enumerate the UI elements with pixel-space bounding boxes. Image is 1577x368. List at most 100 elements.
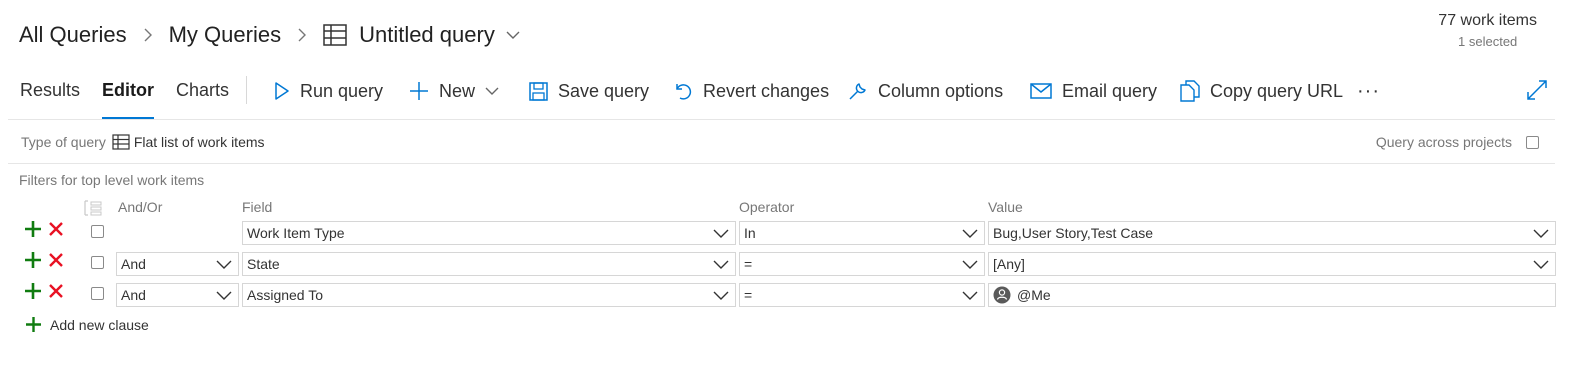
remove-clause-icon[interactable]	[48, 252, 64, 268]
clause-select-checkbox[interactable]	[91, 225, 104, 238]
copy-query-url-button[interactable]: Copy query URL	[1180, 78, 1343, 104]
tab-editor[interactable]: Editor	[102, 72, 155, 120]
wrench-icon	[848, 81, 868, 101]
chevron-down-icon	[962, 289, 978, 301]
clause-row-actions	[24, 220, 64, 238]
andor-value: And	[121, 287, 146, 303]
selected-label: 1 selected	[1458, 34, 1518, 49]
run-query-button[interactable]: Run query	[274, 78, 383, 104]
andor-select[interactable]: And	[116, 283, 239, 307]
query-type: Type of query Flat list of work items	[21, 134, 265, 150]
filters-title: Filters for top level work items	[19, 172, 205, 188]
email-query-button[interactable]: Email query	[1030, 78, 1157, 104]
clause-select-checkbox[interactable]	[91, 287, 104, 300]
copy-query-url-label: Copy query URL	[1210, 80, 1344, 101]
page-title: Untitled query	[359, 22, 495, 47]
clause-row-actions	[24, 282, 64, 300]
breadcrumb-my-queries[interactable]: My Queries	[169, 22, 281, 48]
chevron-down-icon	[216, 258, 232, 270]
remove-clause-icon[interactable]	[48, 221, 64, 237]
operator-value: In	[744, 225, 756, 241]
andor-select[interactable]: And	[116, 252, 239, 276]
chevron-down-icon[interactable]	[505, 30, 521, 40]
chevron-right-icon	[297, 27, 307, 43]
chevron-down-icon	[1533, 258, 1549, 270]
more-actions-button[interactable]: ···	[1357, 78, 1380, 104]
value-text: @Me	[1017, 287, 1051, 303]
breadcrumb-all-queries[interactable]: All Queries	[19, 22, 127, 48]
save-icon	[529, 81, 548, 101]
tab-charts[interactable]: Charts	[176, 72, 229, 120]
undo-icon	[673, 81, 693, 101]
field-select[interactable]: State	[242, 252, 736, 276]
value-input[interactable]: @Me	[988, 283, 1556, 307]
query-type-label: Type of query	[21, 134, 106, 150]
add-clause-icon[interactable]	[24, 282, 42, 300]
add-new-clause-label: Add new clause	[50, 316, 149, 333]
add-clause-icon[interactable]	[24, 251, 42, 269]
value-text: [Any]	[993, 256, 1025, 272]
run-query-label: Run query	[300, 80, 384, 101]
mail-icon	[1030, 83, 1052, 99]
divider	[8, 163, 1555, 164]
chevron-down-icon	[713, 227, 729, 239]
operator-select[interactable]: =	[739, 283, 985, 307]
count-label: 77 work items	[1438, 12, 1537, 29]
plus-icon	[26, 317, 41, 332]
value-select[interactable]: Bug,User Story,Test Case	[988, 221, 1556, 245]
save-query-label: Save query	[558, 80, 650, 101]
add-new-clause-button[interactable]: Add new clause	[25, 316, 149, 333]
divider	[8, 119, 1555, 120]
column-header-operator: Operator	[739, 199, 795, 215]
value-text: Bug,User Story,Test Case	[993, 225, 1154, 241]
operator-value: =	[744, 287, 753, 303]
user-avatar-icon	[993, 286, 1011, 304]
clause-select-checkbox[interactable]	[91, 256, 104, 269]
view-tabs: Results Editor Charts	[20, 72, 251, 120]
add-clause-icon[interactable]	[24, 220, 42, 238]
play-icon	[274, 82, 290, 100]
andor-value: And	[121, 256, 146, 272]
query-type-dropdown[interactable]: Flat list of work items	[134, 134, 265, 150]
column-options-button[interactable]: Column options	[848, 78, 1003, 104]
new-button[interactable]: New	[409, 78, 499, 104]
plus-icon	[409, 81, 429, 101]
email-query-label: Email query	[1062, 80, 1158, 101]
value-select[interactable]: [Any]	[988, 252, 1556, 276]
chevron-down-icon	[216, 289, 232, 301]
copy-icon	[1180, 80, 1200, 102]
revert-changes-label: Revert changes	[703, 80, 830, 101]
chevron-down-icon	[1533, 227, 1549, 239]
chevron-down-icon	[962, 227, 978, 239]
chevron-down-icon	[485, 87, 499, 96]
group-clauses-icon[interactable]	[84, 200, 102, 216]
column-header-andor: And/Or	[118, 199, 163, 215]
operator-select[interactable]: =	[739, 252, 985, 276]
tab-results[interactable]: Results	[20, 72, 80, 120]
query-across-projects-checkbox[interactable]	[1526, 135, 1539, 149]
toolbar-divider	[246, 76, 247, 104]
clause-row-actions	[24, 251, 64, 269]
chevron-down-icon	[962, 258, 978, 270]
query-grid-icon	[323, 24, 347, 46]
remove-clause-icon[interactable]	[48, 283, 64, 299]
column-header-field: Field	[242, 199, 273, 215]
column-options-label: Column options	[878, 80, 1004, 101]
field-value: Work Item Type	[247, 225, 345, 241]
field-select[interactable]: Assigned To	[242, 283, 736, 307]
field-value: Assigned To	[247, 287, 324, 303]
chevron-down-icon	[713, 289, 729, 301]
save-query-button[interactable]: Save query	[529, 78, 649, 104]
chevron-right-icon	[143, 27, 153, 43]
new-label: New	[439, 80, 476, 101]
flat-list-icon	[112, 134, 130, 150]
column-header-value: Value	[988, 199, 1023, 215]
field-value: State	[247, 256, 280, 272]
expand-icon[interactable]	[1527, 80, 1547, 100]
field-select[interactable]: Work Item Type	[242, 221, 736, 245]
chevron-down-icon	[713, 258, 729, 270]
operator-select[interactable]: In	[739, 221, 985, 245]
query-across-projects-label: Query across projects	[1375, 134, 1512, 150]
operator-value: =	[744, 256, 753, 272]
revert-changes-button[interactable]: Revert changes	[673, 78, 829, 104]
